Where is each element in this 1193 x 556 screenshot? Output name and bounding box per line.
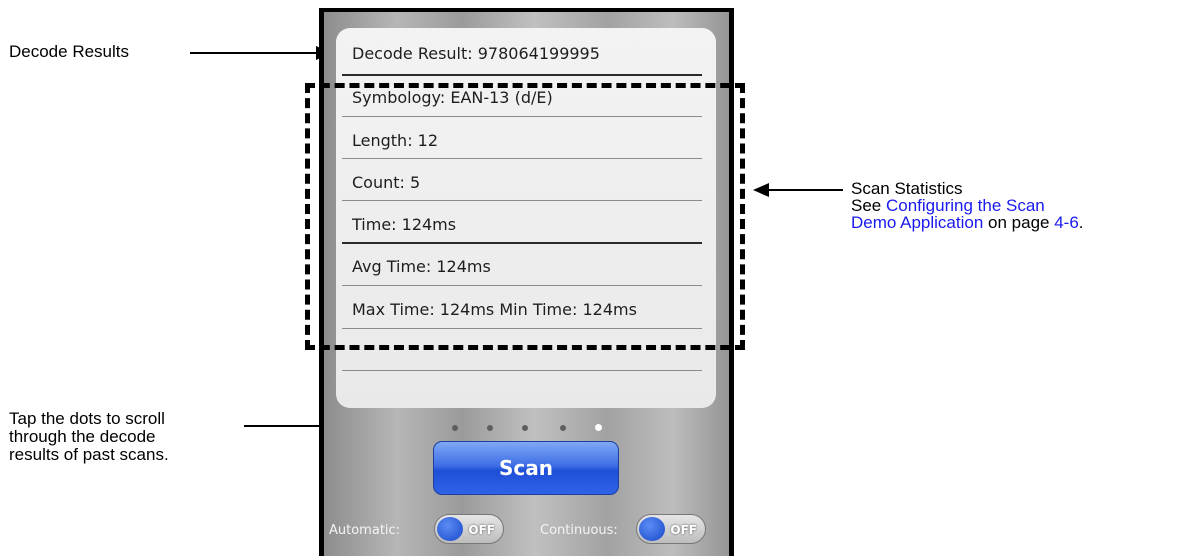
- pager-dot-1[interactable]: [452, 425, 458, 431]
- row-divider: [342, 370, 702, 371]
- scan-statistics-highlight-box: [305, 83, 745, 350]
- on-page-text: on page: [983, 213, 1055, 232]
- configuring-link-part-2[interactable]: Demo Application: [851, 213, 983, 232]
- page-ref-link[interactable]: 4-6: [1054, 213, 1079, 232]
- continuous-label: Continuous:: [540, 523, 618, 538]
- tap-annotation-line-1: Tap the dots to scroll: [9, 409, 165, 428]
- scan-statistics-title: Scan Statistics: [851, 179, 963, 198]
- scan-statistics-arrow: [767, 189, 843, 191]
- demo-application-line: Demo Application on page 4-6.: [851, 214, 1084, 231]
- tap-annotation-line-3: results of past scans.: [9, 445, 169, 464]
- automatic-label: Automatic:: [329, 523, 401, 538]
- tap-dots-annotation: Tap the dots to scroll through the decod…: [9, 410, 169, 464]
- see-configuring-line: See Configuring the Scan: [851, 197, 1084, 214]
- toggle-knob: [639, 517, 665, 541]
- automatic-toggle[interactable]: OFF: [434, 514, 504, 544]
- period-text: .: [1078, 213, 1084, 232]
- decode-results-annotation: Decode Results: [9, 42, 130, 61]
- decode-results-arrow: [190, 52, 318, 54]
- toggle-knob: [437, 517, 463, 541]
- scan-button[interactable]: Scan: [433, 441, 619, 495]
- continuous-toggle-state: OFF: [670, 523, 697, 537]
- decode-result-text: Decode Result: 978064199995: [352, 44, 600, 63]
- pager-dot-2[interactable]: [487, 425, 493, 431]
- pager-dot-4[interactable]: [560, 425, 566, 431]
- continuous-toggle[interactable]: OFF: [636, 514, 706, 544]
- scan-statistics-annotation: Scan Statistics See Configuring the Scan…: [851, 180, 1084, 231]
- pager-dot-5-active[interactable]: [595, 424, 602, 431]
- tap-annotation-line-2: through the decode: [9, 427, 156, 446]
- decode-result-divider: [342, 74, 702, 76]
- pager-dot-3[interactable]: [522, 425, 528, 431]
- automatic-toggle-state: OFF: [468, 523, 495, 537]
